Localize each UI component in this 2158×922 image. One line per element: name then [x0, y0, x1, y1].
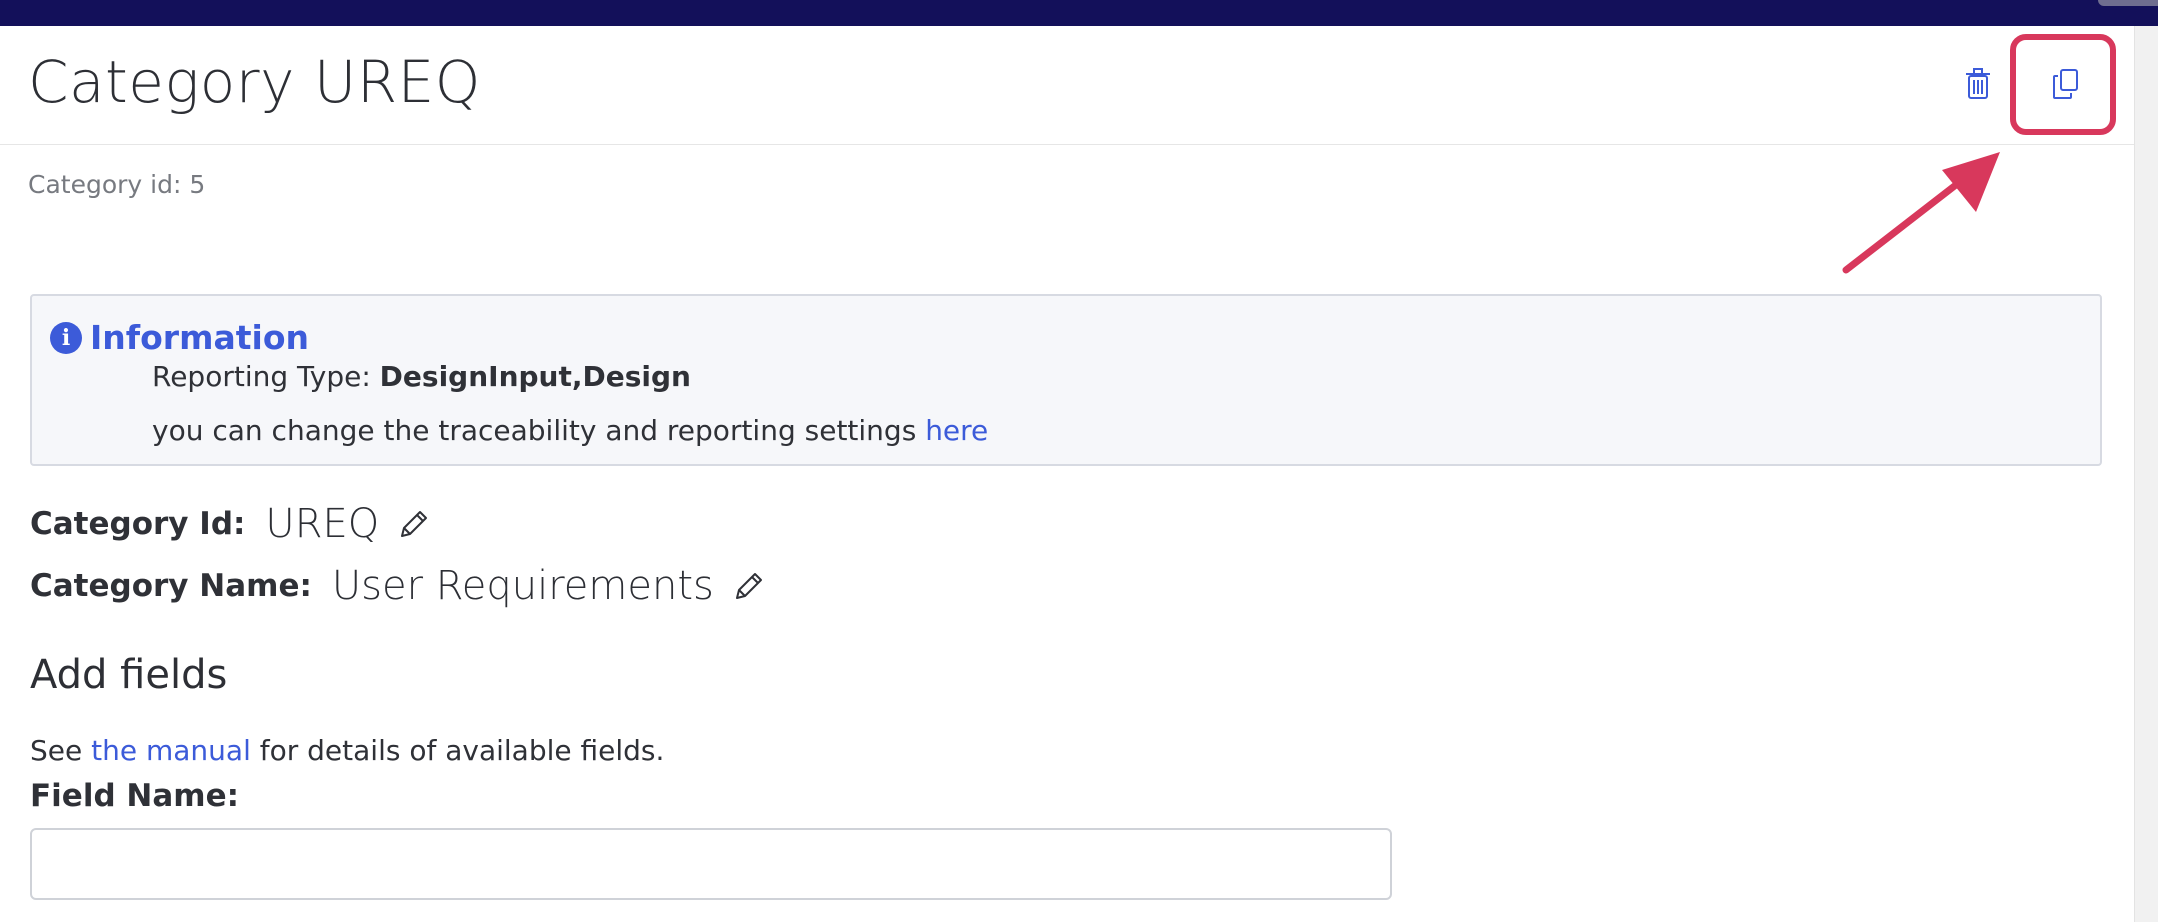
page-title: Category UREQ	[28, 48, 481, 116]
reporting-type-label: Reporting Type:	[152, 360, 380, 393]
manual-hint-line: See the manual for details of available …	[30, 734, 664, 767]
manual-prefix: See	[30, 734, 92, 767]
page-header: Category UREQ	[0, 26, 2134, 145]
field-name-input[interactable]	[30, 828, 1392, 900]
topbar-avatar-edge[interactable]	[2098, 0, 2158, 6]
manual-link[interactable]: the manual	[91, 734, 251, 767]
information-panel: i Information Reporting Type: DesignInpu…	[30, 294, 2102, 466]
add-fields-heading: Add fields	[30, 652, 228, 698]
settings-hint-line: you can change the traceability and repo…	[152, 414, 988, 447]
category-name-row: Category Name: User Requirements	[30, 556, 766, 616]
edit-category-id-button[interactable]	[397, 507, 431, 541]
reporting-type-value: DesignInput,Design	[379, 360, 691, 393]
edit-category-name-button[interactable]	[732, 569, 766, 603]
category-id-row: Category Id: UREQ	[30, 496, 431, 552]
info-circle-icon: i	[50, 321, 82, 354]
reporting-type-line: Reporting Type: DesignInput,Design	[152, 360, 691, 393]
information-title: Information	[90, 318, 309, 357]
settings-here-link[interactable]: here	[925, 414, 988, 447]
top-navigation-bar	[0, 0, 2158, 26]
vertical-scrollbar[interactable]	[2134, 26, 2158, 922]
pencil-icon	[401, 511, 428, 537]
pencil-icon	[735, 573, 762, 599]
category-name-label: Category Name:	[30, 568, 312, 604]
annotation-arrow	[1842, 152, 2000, 274]
category-id-meta: Category id: 5	[28, 170, 206, 199]
category-id-label: Category Id:	[30, 506, 246, 542]
settings-hint-text: you can change the traceability and repo…	[152, 414, 926, 447]
field-name-label: Field Name:	[30, 778, 240, 814]
delete-button[interactable]	[1956, 58, 2000, 110]
copy-button-highlight	[2010, 34, 2116, 135]
manual-suffix: for details of available fields.	[250, 734, 665, 767]
trash-icon	[1966, 68, 1990, 99]
category-name-value: User Requirements	[331, 563, 714, 609]
category-id-value: UREQ	[265, 501, 380, 547]
information-header: i Information	[50, 318, 309, 357]
